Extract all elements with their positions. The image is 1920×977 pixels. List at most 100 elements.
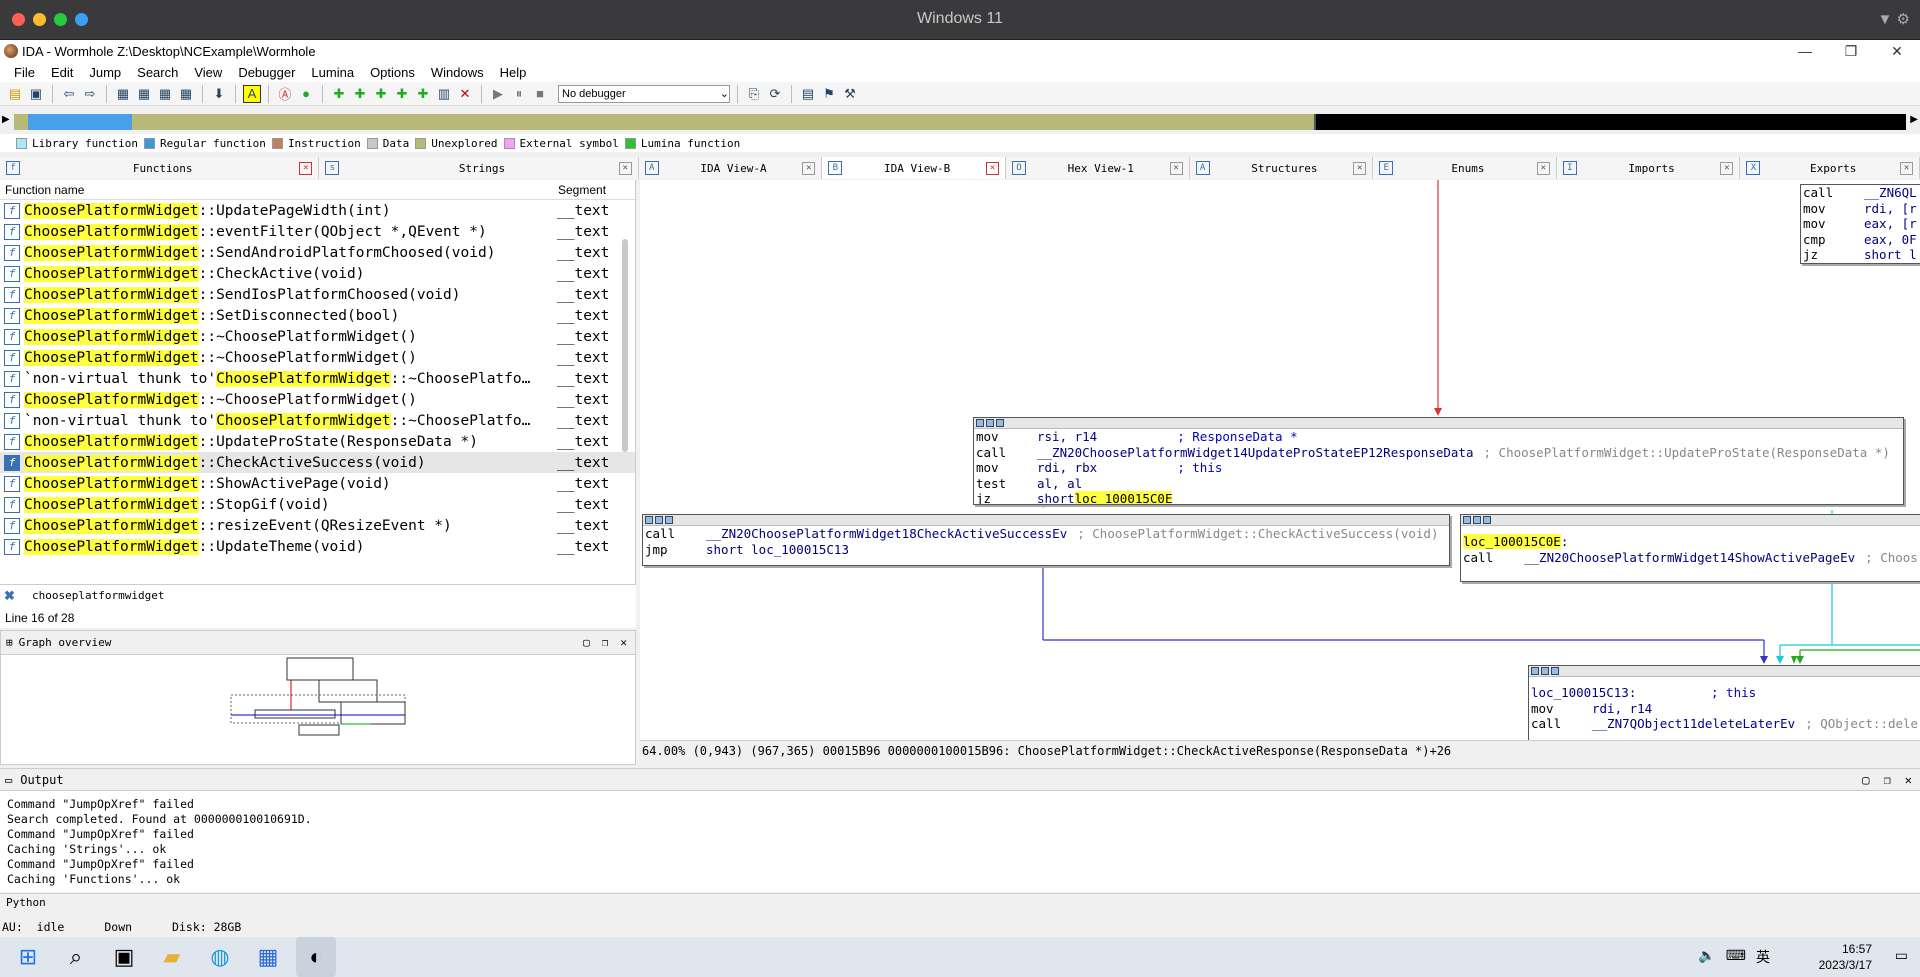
function-row[interactable]: f ChoosePlatformWidget::UpdatePageWidth(i… <box>0 200 635 221</box>
maximize-button[interactable]: ❐ <box>1828 43 1874 60</box>
add-member-icon[interactable]: ✚ <box>393 85 411 103</box>
nav-left-arrow-icon[interactable]: ▶ <box>2 114 10 125</box>
menu-options[interactable]: Options <box>362 65 423 80</box>
start-icon[interactable]: ⊞ <box>8 937 48 977</box>
chart-icon[interactable]: ▥ <box>435 85 453 103</box>
binary-icon[interactable]: ▦ <box>114 85 132 103</box>
text-icon[interactable]: A <box>243 84 261 103</box>
function-row[interactable]: f ChoosePlatformWidget::SendIosPlatformCh… <box>0 284 635 305</box>
menu-edit[interactable]: Edit <box>43 65 81 80</box>
tab-enums[interactable]: E Enums ✕ <box>1373 157 1557 179</box>
host-settings-icon[interactable]: ▼ ⚙ <box>1878 10 1910 28</box>
function-row[interactable]: f ChoosePlatformWidget::~ChoosePlatformWi… <box>0 389 635 410</box>
restore-icon[interactable]: ❐ <box>602 636 609 649</box>
clock[interactable]: 16:57 2023/3/17 <box>1819 941 1872 973</box>
function-row[interactable]: f ChoosePlatformWidget::resizeEvent(QResi… <box>0 515 635 536</box>
function-row[interactable]: f ChoosePlatformWidget::SendAndroidPlatfo… <box>0 242 635 263</box>
tab-structures[interactable]: A Structures ✕ <box>1189 157 1374 179</box>
function-row[interactable]: f ChoosePlatformWidget::~ChoosePlatformWi… <box>0 347 635 368</box>
language-indicator[interactable]: 英 <box>1756 947 1770 967</box>
close-tab-icon[interactable]: ✕ <box>802 161 816 175</box>
edge-icon[interactable]: ◍ <box>200 937 240 977</box>
function-row[interactable]: f `non-virtual thunk to'ChoosePlatformWid… <box>0 410 635 431</box>
function-row[interactable]: f ChoosePlatformWidget::CheckActive(void)… <box>0 263 635 284</box>
close-icon[interactable]: ✕ <box>620 636 627 649</box>
maximize-icon[interactable]: ▢ <box>1862 773 1869 787</box>
forward-icon[interactable]: ⇨ <box>81 85 99 103</box>
function-row[interactable]: f ChoosePlatformWidget::UpdateTheme(void)… <box>0 536 635 557</box>
jump-down-icon[interactable]: ⬇ <box>210 85 228 103</box>
function-icon[interactable]: Ⓐ <box>276 85 294 103</box>
function-name-header[interactable]: Function name <box>0 183 555 197</box>
options-icon[interactable]: ⚒ <box>841 85 859 103</box>
tab-ida-view-b[interactable]: B IDA View-B ✕ <box>822 157 1006 179</box>
play-icon[interactable]: ▶ <box>489 85 507 103</box>
tab-ida-view-a[interactable]: A IDA View-A ✕ <box>638 157 823 179</box>
add-icon[interactable]: ✚ <box>330 85 348 103</box>
edit-icon[interactable]: ✚ <box>414 85 432 103</box>
function-row[interactable]: f ChoosePlatformWidget::UpdateProState(Re… <box>0 431 635 452</box>
close-tab-icon[interactable]: ✕ <box>985 161 999 175</box>
text-search-icon[interactable]: ▦ <box>156 85 174 103</box>
tab-functions[interactable]: f Functions ✕ <box>0 157 320 179</box>
segment-header[interactable]: Segment <box>555 183 606 197</box>
filter-text[interactable]: chooseplatformwidget <box>32 589 164 602</box>
menu-windows[interactable]: Windows <box>423 65 492 80</box>
delete-icon[interactable]: ✕ <box>456 85 474 103</box>
maximize-icon[interactable]: ▢ <box>583 636 590 649</box>
function-row[interactable]: f `non-virtual thunk to'ChoosePlatformWid… <box>0 368 635 389</box>
menu-file[interactable]: File <box>6 65 43 80</box>
tab-hex-view-1[interactable]: O Hex View-1 ✕ <box>1005 157 1190 179</box>
function-row[interactable]: f ChoosePlatformWidget::eventFilter(QObje… <box>0 221 635 242</box>
search-icon[interactable]: ▦ <box>135 85 153 103</box>
debugger-select[interactable]: No debugger ⌄ <box>558 84 730 103</box>
close-tab-icon[interactable]: ✕ <box>1720 161 1734 175</box>
menu-search[interactable]: Search <box>129 65 186 80</box>
ida-taskbar-icon[interactable]: ◐ <box>296 937 336 977</box>
function-row[interactable]: f ChoosePlatformWidget::StopGif(void) __te… <box>0 494 635 515</box>
nav-right-arrow-icon[interactable]: ▶ <box>1910 114 1918 125</box>
imm-search-icon[interactable]: ▦ <box>177 85 195 103</box>
tab-strings[interactable]: s Strings ✕ <box>319 157 639 179</box>
code-block-left[interactable]: call __ZN20ChoosePlatformWidget18CheckAct… <box>642 514 1450 566</box>
attach-icon[interactable]: ⎘ <box>745 85 763 103</box>
task-view-icon[interactable]: ▣ <box>104 937 144 977</box>
menu-debugger[interactable]: Debugger <box>230 65 303 80</box>
menu-help[interactable]: Help <box>492 65 535 80</box>
code-block-top-right[interactable]: call __ZN6QL mov rdi, [r mov eax, [r cmp eax, 0… <box>1800 184 1920 264</box>
code-block-right[interactable]: loc_100015C0E: call __ZN20ChoosePlatformWi… <box>1460 514 1920 582</box>
add-enum-icon[interactable]: ✚ <box>372 85 390 103</box>
store-icon[interactable]: ▦ <box>248 937 288 977</box>
menu-jump[interactable]: Jump <box>81 65 129 80</box>
close-tab-icon[interactable]: ✕ <box>1353 161 1367 175</box>
graph-overview-canvas[interactable] <box>1 655 637 765</box>
close-tab-icon[interactable]: ✕ <box>618 161 632 175</box>
navigation-bar[interactable] <box>14 114 1906 130</box>
close-tab-icon[interactable]: ✕ <box>299 161 313 175</box>
close-button[interactable]: ✕ <box>1874 43 1920 60</box>
pause-icon[interactable]: ⏸ <box>510 85 528 103</box>
open-icon[interactable]: ▤ <box>6 85 24 103</box>
volume-icon[interactable]: 🔈 <box>1698 947 1715 967</box>
stop-icon[interactable]: ■ <box>531 85 549 103</box>
notification-icon[interactable]: ▭ <box>1895 947 1908 964</box>
tab-imports[interactable]: I Imports ✕ <box>1556 157 1741 179</box>
search-icon[interactable]: ⌕ <box>56 937 96 977</box>
close-tab-icon[interactable]: ✕ <box>1536 161 1550 175</box>
functions-scrollbar[interactable] <box>622 239 628 452</box>
code-block-bottom[interactable]: loc_100015C13: ; this mov rdi, r14 call __ZN7… <box>1528 665 1920 740</box>
close-tab-icon[interactable]: ✕ <box>1169 161 1183 175</box>
system-tray[interactable]: 🔈 ⌨ 英 <box>1698 947 1770 967</box>
code-block-main[interactable]: mov rsi, r14 ; ResponseData * call __ZN20Cho… <box>973 417 1904 505</box>
file-explorer-icon[interactable]: ▰ <box>152 937 192 977</box>
add-struct-icon[interactable]: ✚ <box>351 85 369 103</box>
clear-filter-icon[interactable]: ✖ <box>4 588 15 604</box>
refresh-icon[interactable]: ⟳ <box>766 85 784 103</box>
back-icon[interactable]: ⇦ <box>60 85 78 103</box>
close-icon[interactable]: ✕ <box>1905 773 1912 787</box>
python-input-bar[interactable]: Python <box>0 893 1920 911</box>
ida-view-graph[interactable]: call __ZN6QL mov rdi, [r mov eax, [r cmp eax, 0… <box>640 180 1920 740</box>
function-row[interactable]: f ChoosePlatformWidget::SetDisconnected(b… <box>0 305 635 326</box>
menu-lumina[interactable]: Lumina <box>303 65 362 80</box>
ime-icon[interactable]: ⌨ <box>1726 947 1746 967</box>
